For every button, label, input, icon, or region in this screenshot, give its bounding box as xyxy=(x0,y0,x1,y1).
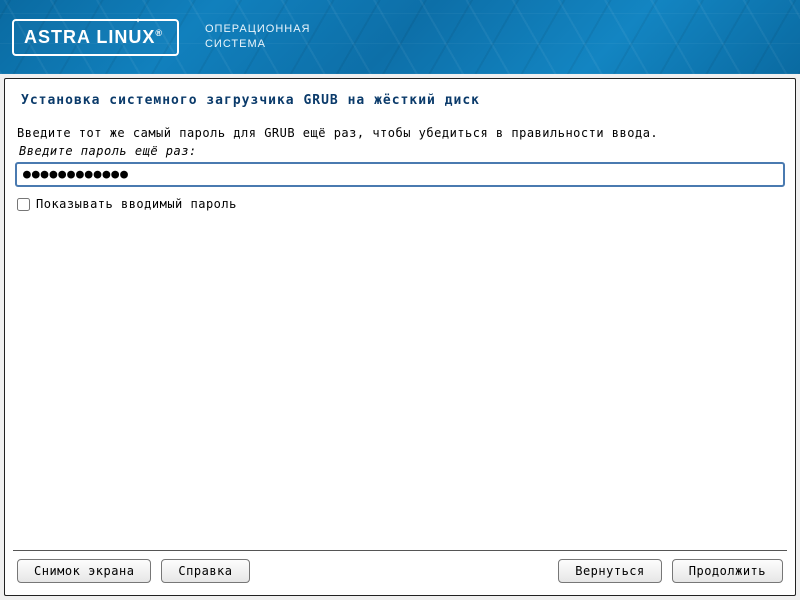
divider xyxy=(13,550,787,551)
continue-button[interactable]: Продолжить xyxy=(672,559,783,583)
password-field-label: Введите пароль ещё раз: xyxy=(13,144,787,158)
show-password-row[interactable]: Показывать вводимый пароль xyxy=(13,197,787,211)
page-title: Установка системного загрузчика GRUB на … xyxy=(13,93,787,108)
button-bar: Снимок экрана Справка Вернуться Продолжи… xyxy=(13,559,787,587)
screenshot-button[interactable]: Снимок экрана xyxy=(17,559,151,583)
instruction-text: Введите тот же самый пароль для GRUB ещё… xyxy=(13,126,787,140)
header-banner: ✦ ASTRA LINUX® ОПЕРАЦИОННАЯ СИСТЕМА xyxy=(0,0,800,74)
back-button[interactable]: Вернуться xyxy=(558,559,662,583)
logo-subtitle: ОПЕРАЦИОННАЯ СИСТЕМА xyxy=(205,22,311,53)
installer-panel: Установка системного загрузчика GRUB на … xyxy=(4,78,796,596)
star-icon: ✦ xyxy=(135,15,141,26)
help-button[interactable]: Справка xyxy=(161,559,249,583)
show-password-label: Показывать вводимый пароль xyxy=(36,197,237,211)
show-password-checkbox[interactable] xyxy=(17,198,30,211)
logo: ✦ ASTRA LINUX® xyxy=(12,19,179,56)
password-input[interactable] xyxy=(15,162,785,187)
logo-text: ASTRA LINUX® xyxy=(24,27,163,48)
spacer xyxy=(13,211,787,544)
